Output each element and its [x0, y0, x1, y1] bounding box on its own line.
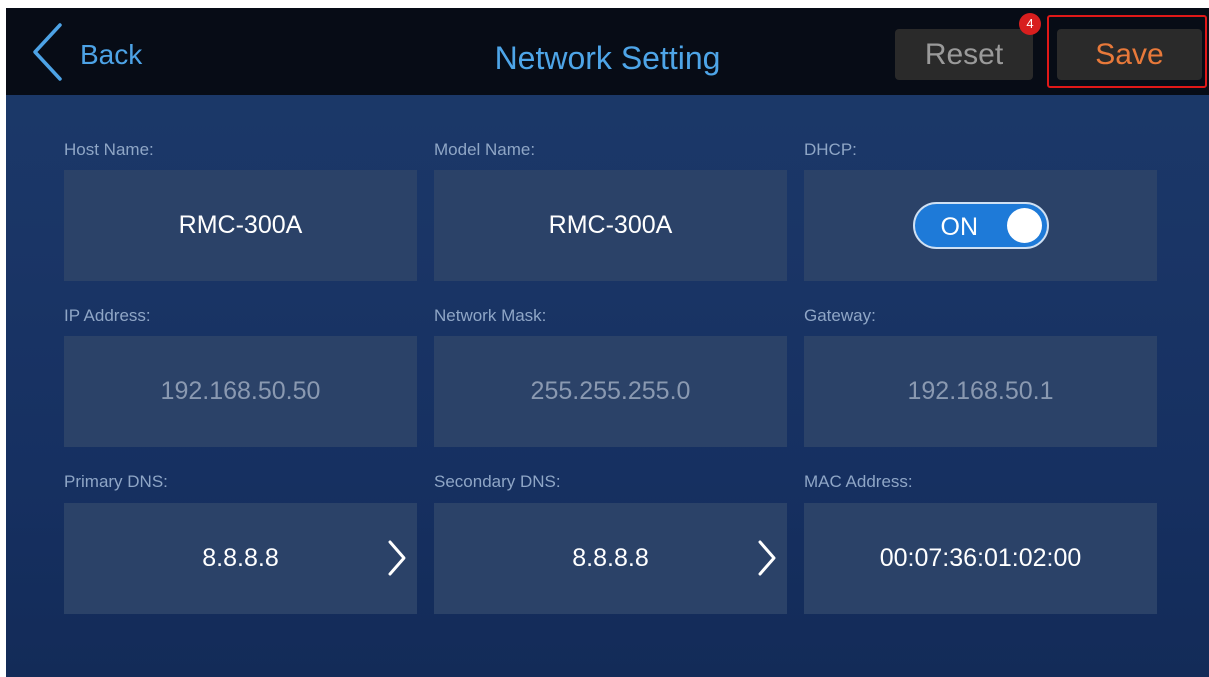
host-name-field[interactable]: RMC-300A	[64, 170, 417, 281]
secondary-dns-field[interactable]: 8.8.8.8	[434, 503, 787, 614]
chevron-right-icon	[388, 540, 406, 576]
ip-address-label: IP Address:	[64, 306, 151, 325]
secondary-dns-label: Secondary DNS:	[434, 472, 561, 491]
network-mask-label: Network Mask:	[434, 306, 547, 325]
network-mask-field[interactable]: 255.255.255.0	[434, 336, 787, 447]
primary-dns-value: 8.8.8.8	[202, 544, 279, 572]
dhcp-toggle-label: ON	[940, 213, 979, 241]
notification-badge: 4	[1019, 13, 1041, 35]
host-name-label: Host Name:	[64, 140, 154, 159]
mac-address-value: 00:07:36:01:02:00	[879, 544, 1082, 572]
save-button[interactable]: Save	[1057, 29, 1202, 80]
ip-address-value: 192.168.50.50	[160, 377, 321, 405]
host-name-value: RMC-300A	[178, 211, 303, 239]
dhcp-field: ON	[804, 170, 1157, 281]
gateway-label: Gateway:	[804, 306, 876, 325]
chevron-left-icon	[33, 23, 62, 81]
ip-address-field[interactable]: 192.168.50.50	[64, 336, 417, 447]
reset-button[interactable]: Reset	[895, 29, 1033, 80]
back-button[interactable]: Back	[30, 22, 142, 82]
gateway-field[interactable]: 192.168.50.1	[804, 336, 1157, 447]
toggle-knob	[1006, 208, 1042, 243]
top-bar: Back Network Setting Reset 4 Save	[6, 8, 1209, 95]
network-setting-screen: Back Network Setting Reset 4 Save Host N…	[6, 8, 1209, 677]
network-mask-value: 255.255.255.0	[530, 377, 691, 405]
gateway-value: 192.168.50.1	[907, 377, 1054, 405]
mac-address-label: MAC Address:	[804, 472, 913, 491]
model-name-label: Model Name:	[434, 140, 536, 159]
secondary-dns-value: 8.8.8.8	[572, 544, 649, 572]
dhcp-label: DHCP:	[804, 140, 857, 159]
dhcp-toggle[interactable]: ON	[912, 202, 1049, 249]
mac-address-field: 00:07:36:01:02:00	[804, 503, 1157, 614]
model-name-value: RMC-300A	[548, 211, 673, 239]
primary-dns-label: Primary DNS:	[64, 472, 168, 491]
back-label: Back	[80, 39, 143, 70]
chevron-right-icon	[758, 540, 776, 576]
primary-dns-field[interactable]: 8.8.8.8	[64, 503, 417, 614]
model-name-field: RMC-300A	[434, 170, 787, 281]
